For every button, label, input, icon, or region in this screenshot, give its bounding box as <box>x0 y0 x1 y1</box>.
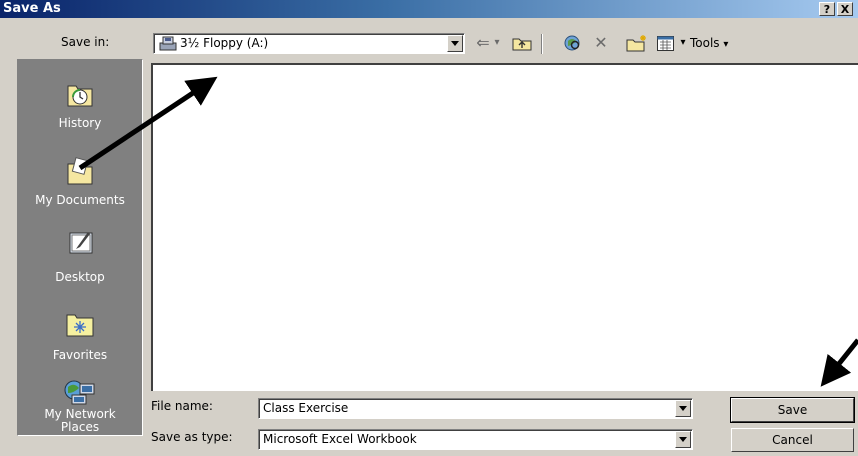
annotation-arrow-save-in <box>78 76 218 171</box>
annotation-arrows <box>78 76 858 387</box>
save-as-dialog: Save As ? X Save in: 3½ Floppy (A:) ⇐ ▾ <box>0 0 858 456</box>
annotation-arrow-save-button <box>820 338 858 387</box>
